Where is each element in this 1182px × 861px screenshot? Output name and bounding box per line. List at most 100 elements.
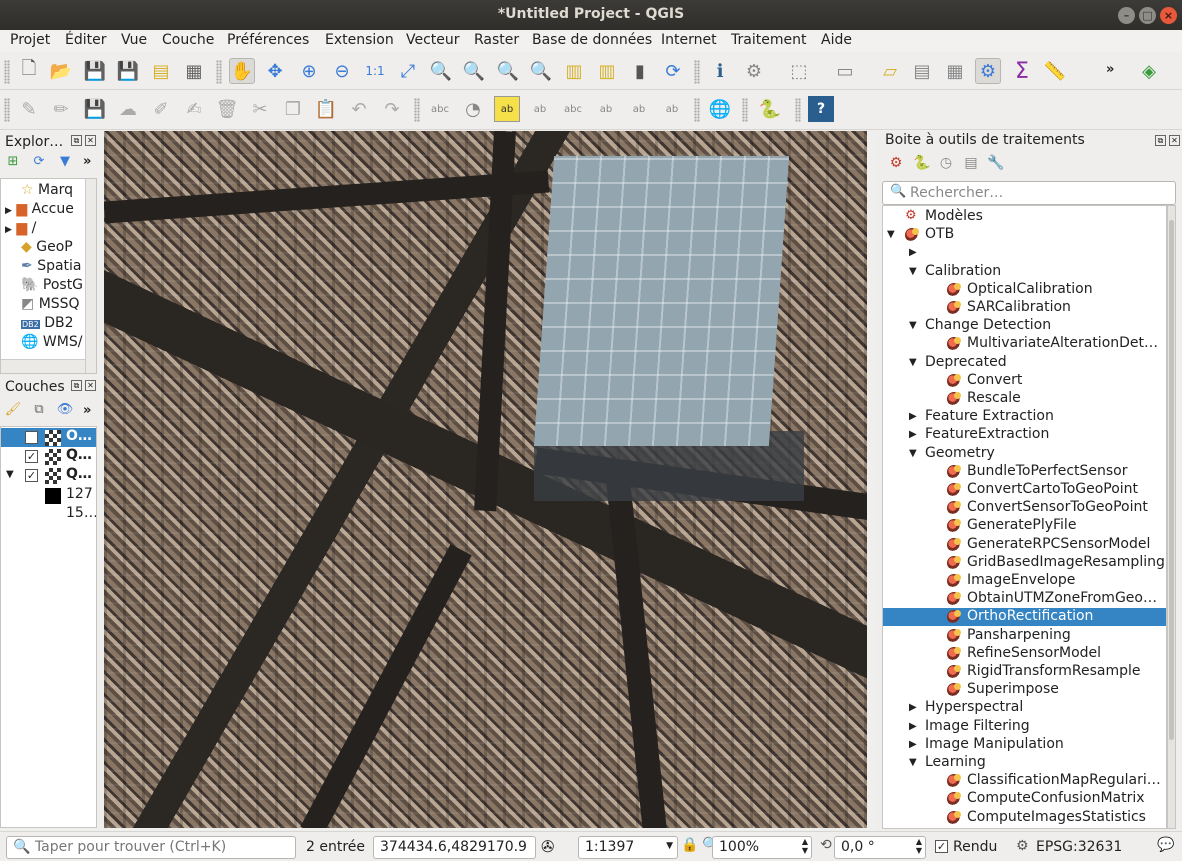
zoom-layer-icon[interactable]: 🔍 xyxy=(461,58,487,84)
toolbar-grip[interactable] xyxy=(414,98,420,122)
expand-arrow-icon[interactable]: ▶ xyxy=(909,429,917,440)
crs-globe-icon[interactable]: ⚙ xyxy=(1016,838,1029,854)
toolbar-grip[interactable] xyxy=(742,98,748,122)
menu-traitement[interactable]: Traitement xyxy=(731,32,806,48)
browser-item-home[interactable]: ▶ ▆ Accue xyxy=(5,201,74,220)
close-panel-icon[interactable]: ✕ xyxy=(85,135,96,146)
attribute-table-icon[interactable]: ▤ xyxy=(909,58,935,84)
menu-extension[interactable]: Extension xyxy=(325,32,394,48)
menu-projet[interactable]: Projet xyxy=(10,32,50,48)
edits-icon[interactable]: ✎ xyxy=(16,96,42,122)
algorithm-item[interactable]: ComputeImagesStatistics xyxy=(883,809,1166,827)
cut-features-icon[interactable]: ✂ xyxy=(247,96,273,122)
history-icon[interactable]: ◷ xyxy=(936,153,956,173)
deselect-all-icon[interactable]: ▱ xyxy=(877,58,903,84)
menu-couche[interactable]: Couche xyxy=(162,32,214,48)
actions-icon[interactable]: ⚙ xyxy=(741,58,767,84)
close-button[interactable]: × xyxy=(1160,7,1177,24)
browser-hscrollbar[interactable] xyxy=(1,359,85,373)
collapse-arrow-icon[interactable]: ▼ xyxy=(909,357,917,368)
toolbar-grip[interactable] xyxy=(4,98,10,122)
deselect-icon[interactable]: ▭ xyxy=(832,58,858,84)
options-icon[interactable]: 🔧 xyxy=(986,153,1006,173)
save-project-icon[interactable]: 💾 xyxy=(82,58,108,84)
algorithm-item[interactable]: ComputeConfusionMatrix xyxy=(883,790,1166,808)
layout-manager-icon[interactable]: ▦ xyxy=(181,58,207,84)
menu-vue[interactable]: Vue xyxy=(121,32,147,48)
diagram-icon[interactable]: ◔ xyxy=(460,96,486,122)
group-item[interactable]: ▼ Learning xyxy=(883,754,1166,772)
expand-arrow-icon[interactable]: ▶ xyxy=(909,702,917,713)
temporal-controller-icon[interactable]: ▮ xyxy=(627,58,653,84)
toolbar-grip[interactable] xyxy=(694,60,700,84)
expand-arrow-icon[interactable]: ▶ xyxy=(909,411,917,422)
browser-item-wms[interactable]: 🌐 WMS/ xyxy=(21,334,82,353)
vertex-tool-icon[interactable]: ✐ xyxy=(148,96,174,122)
algorithm-item[interactable]: OpticalCalibration xyxy=(883,281,1166,299)
browser-item-root[interactable]: ▶ ▆ / xyxy=(5,220,36,239)
algorithm-item[interactable]: ClassificationMapRegulari… xyxy=(883,772,1166,790)
spin-arrows-icon[interactable]: ▲ ▼ xyxy=(916,837,922,855)
select-features-icon[interactable]: ⬚ xyxy=(786,58,812,84)
menu-vecteur[interactable]: Vecteur xyxy=(406,32,460,48)
zoom-out-icon[interactable]: ⊖ xyxy=(329,58,355,84)
expand-arrow-icon[interactable]: ▶ xyxy=(909,247,917,258)
algorithm-item[interactable]: RefineSensorModel xyxy=(883,645,1166,663)
new-bookmark-icon[interactable]: ▥ xyxy=(561,58,587,84)
new-print-layout-icon[interactable]: ▤ xyxy=(148,58,174,84)
algorithm-item[interactable]: Rescale xyxy=(883,390,1166,408)
filter-icon[interactable]: ▼ xyxy=(56,152,74,170)
group-item[interactable]: ▶ Hyperspectral xyxy=(883,699,1166,717)
algorithm-item[interactable]: Superimpose xyxy=(883,681,1166,699)
statistical-summary-icon[interactable]: Σ xyxy=(1009,58,1035,84)
layer-visibility-checkbox[interactable]: ✓ xyxy=(25,431,38,444)
rotation-field[interactable]: 0,0 ° ▲ ▼ xyxy=(834,836,926,859)
group-item[interactable]: ▶ xyxy=(883,244,1166,262)
refresh-icon[interactable]: ⟳ xyxy=(660,58,686,84)
group-item[interactable]: ▶ Image Manipulation xyxy=(883,736,1166,754)
algorithm-item[interactable]: RigidTransformResample xyxy=(883,663,1166,681)
algorithm-item[interactable]: ObtainUTMZoneFromGeo… xyxy=(883,590,1166,608)
algorithm-item[interactable]: MultivariateAlterationDet… xyxy=(883,335,1166,353)
collapse-arrow-icon[interactable]: ▼ xyxy=(909,266,917,277)
algorithm-item[interactable]: ConvertSensorToGeoPoint xyxy=(883,499,1166,517)
processing-search-input[interactable]: 🔍 Rechercher… xyxy=(882,181,1176,205)
save-edits-icon[interactable]: 💾 xyxy=(82,96,108,122)
collapse-arrow-icon[interactable]: ▼ xyxy=(909,757,917,768)
label-toolbar-icon[interactable]: abc xyxy=(427,96,453,122)
scripts-icon[interactable]: 🐍 xyxy=(912,153,932,173)
algorithm-item[interactable]: BundleToPerfectSensor xyxy=(883,463,1166,481)
algorithm-item[interactable]: SARCalibration xyxy=(883,299,1166,317)
group-item[interactable]: ▼ Geometry xyxy=(883,445,1166,463)
zoom-in-icon[interactable]: ⊕ xyxy=(296,58,322,84)
results-viewer-icon[interactable]: ▤ xyxy=(961,153,981,173)
processing-toolbox-icon[interactable]: ⚙ xyxy=(975,58,1001,84)
undo-icon[interactable]: ↶ xyxy=(346,96,372,122)
rotate-label-icon[interactable]: ab xyxy=(626,96,652,122)
overflow-chevron-icon[interactable]: » xyxy=(83,154,91,169)
toolbar-grip[interactable] xyxy=(4,60,10,84)
close-panel-icon[interactable]: ✕ xyxy=(85,380,96,391)
menu-aide[interactable]: Aide xyxy=(821,32,852,48)
menu-raster[interactable]: Raster xyxy=(474,32,519,48)
identify-features-icon[interactable]: ℹ xyxy=(707,58,733,84)
measure-icon[interactable]: 📏 xyxy=(1042,58,1068,84)
lock-scale-icon[interactable]: 🔒 xyxy=(681,837,698,853)
algorithm-item[interactable]: Pansharpening xyxy=(883,627,1166,645)
zoom-selection-icon[interactable]: 🔍 xyxy=(428,58,454,84)
scale-field[interactable]: 1:1397 ▼ xyxy=(578,836,678,859)
layer-labeling-icon[interactable]: ab xyxy=(494,96,520,122)
zoom-native-icon[interactable]: 1:1 xyxy=(362,58,388,84)
show-bookmarks-icon[interactable]: ▥ xyxy=(594,58,620,84)
map-canvas[interactable] xyxy=(104,131,867,828)
paste-features-icon[interactable]: 📋 xyxy=(313,96,339,122)
pan-to-selection-icon[interactable]: ✥ xyxy=(262,58,288,84)
scrollbar-thumb[interactable] xyxy=(1169,220,1174,740)
group-item[interactable]: ▼ Deprecated xyxy=(883,354,1166,372)
metasearch-icon[interactable]: 🌐 xyxy=(707,96,733,122)
close-panel-icon[interactable]: ✕ xyxy=(1169,135,1180,146)
expand-arrow-icon[interactable]: ▶ xyxy=(909,739,917,750)
maximize-button[interactable]: □ xyxy=(1139,7,1156,24)
layer-styling-icon[interactable]: 🖌 xyxy=(4,400,22,418)
layer-visibility-checkbox[interactable]: ✓ xyxy=(25,450,38,463)
